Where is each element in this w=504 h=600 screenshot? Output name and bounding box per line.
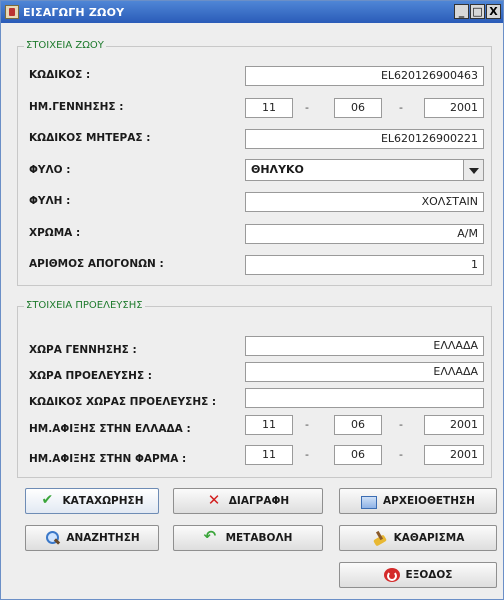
arrival-farm-label: ΗΜ.ΑΦΙΞΗΣ ΣΤΗΝ ΦΑΡΜΑ : [29, 453, 187, 465]
date-separator: - [305, 418, 309, 431]
date-separator: - [305, 448, 309, 461]
color-field[interactable]: Α/Μ [245, 224, 484, 244]
clear-button-label: ΚΑΘΑΡΙΣΜΑ [393, 532, 465, 544]
undo-arrow-icon [204, 527, 220, 546]
origin-country-code-field[interactable] [245, 388, 484, 408]
date-separator: - [399, 101, 403, 114]
broom-icon [372, 530, 388, 546]
birth-country-field[interactable]: ΕΛΛΑΔΑ [245, 336, 484, 356]
birth-day-field[interactable]: 11 [245, 98, 293, 118]
sex-dropdown[interactable]: ΘΗΛΥΚΟ [245, 159, 484, 181]
arrival-farm-year-field[interactable]: 2001 [424, 445, 484, 465]
arrival-greece-month-field[interactable]: 06 [334, 415, 382, 435]
checkmark-icon [40, 492, 56, 509]
birth-country-label: ΧΩΡΑ ΓΕΝΝΗΣΗΣ : [29, 344, 137, 356]
save-button[interactable]: ΚΑΤΑΧΩΡΗΣΗ [25, 488, 159, 514]
archive-folder-icon [361, 495, 378, 509]
exit-button-label: ΕΞΟΔΟΣ [405, 569, 453, 581]
animal-entry-window: ΕΙΣΑΓΩΓΗ ΖΩΟΥ _ □ X ΣΤΟΙΧΕΙΑ ΖΩΟΥ ΚΩΔΙΚΟ… [0, 0, 504, 600]
delete-button-label: ΔΙΑΓΡΑΦΗ [228, 495, 290, 507]
offspring-count-field[interactable]: 1 [245, 255, 484, 275]
exit-button[interactable]: ΕΞΟΔΟΣ [339, 562, 497, 588]
mother-code-label: ΚΩΔΙΚΟΣ ΜΗΤΕΡΑΣ : [29, 132, 151, 144]
offspring-count-label: ΑΡΙΘΜΟΣ ΑΠΟΓΟΝΩΝ : [29, 258, 164, 270]
arrival-greece-day-field[interactable]: 11 [245, 415, 293, 435]
color-label: ΧΡΩΜΑ : [29, 227, 81, 239]
arrival-greece-label: ΗΜ.ΑΦΙΞΗΣ ΣΤΗΝ ΕΛΛΑΔΑ : [29, 423, 191, 435]
modify-button[interactable]: ΜΕΤΑΒΟΛΗ [173, 525, 323, 551]
sex-dropdown-value: ΘΗΛΥΚΟ [251, 163, 304, 176]
arrival-farm-day-field[interactable]: 11 [245, 445, 293, 465]
origin-country-field[interactable]: ΕΛΛΑΔΑ [245, 362, 484, 382]
breed-field[interactable]: ΧΟΛΣΤΑΙΝ [245, 192, 484, 212]
window-controls: _ □ X [454, 4, 501, 19]
birth-month-field[interactable]: 06 [334, 98, 382, 118]
origin-country-code-label: ΚΩΔΙΚΟΣ ΧΩΡΑΣ ΠΡΟΕΛΕΥΣΗΣ : [29, 396, 217, 408]
archive-button-label: ΑΡΧΕΙΟΘΕΤΗΣΗ [383, 495, 475, 507]
date-separator: - [305, 101, 309, 114]
origin-details-legend: ΣΤΟΙΧΕΙΑ ΠΡΟΕΛΕΥΣΗΣ [24, 300, 145, 311]
arrival-farm-month-field[interactable]: 06 [334, 445, 382, 465]
search-button[interactable]: ΑΝΑΖΗΤΗΣΗ [25, 525, 159, 551]
window-title: ΕΙΣΑΓΩΓΗ ΖΩΟΥ [23, 5, 125, 19]
maximize-button[interactable]: □ [470, 4, 485, 19]
exit-power-icon [383, 568, 400, 582]
archive-button[interactable]: ΑΡΧΕΙΟΘΕΤΗΣΗ [339, 488, 497, 514]
code-label: ΚΩΔΙΚΟΣ : [29, 69, 91, 81]
birth-date-label: ΗΜ.ΓΕΝΝΗΣΗΣ : [29, 101, 124, 113]
date-separator: - [399, 448, 403, 461]
delete-button[interactable]: ΔΙΑΓΡΑΦΗ [173, 488, 323, 514]
breed-label: ΦΥΛΗ : [29, 195, 71, 207]
minimize-button[interactable]: _ [454, 4, 469, 19]
close-button[interactable]: X [486, 4, 501, 19]
search-button-label: ΑΝΑΖΗΤΗΣΗ [66, 532, 140, 544]
title-bar[interactable]: ΕΙΣΑΓΩΓΗ ΖΩΟΥ _ □ X [1, 1, 503, 23]
save-button-label: ΚΑΤΑΧΩΡΗΣΗ [62, 495, 144, 507]
date-separator: - [399, 418, 403, 431]
modify-button-label: ΜΕΤΑΒΟΛΗ [225, 532, 293, 544]
sex-label: ΦΥΛΟ : [29, 164, 71, 176]
clear-button[interactable]: ΚΑΘΑΡΙΣΜΑ [339, 525, 497, 551]
arrival-greece-year-field[interactable]: 2001 [424, 415, 484, 435]
search-icon [44, 530, 60, 546]
origin-country-label: ΧΩΡΑ ΠΡΟΕΛΕΥΣΗΣ : [29, 370, 152, 382]
java-app-icon [5, 5, 19, 19]
birth-year-field[interactable]: 2001 [424, 98, 484, 118]
mother-code-field[interactable]: EL620126900221 [245, 129, 484, 149]
delete-x-icon [207, 491, 223, 509]
chevron-down-icon[interactable] [463, 160, 483, 180]
animal-details-legend: ΣΤΟΙΧΕΙΑ ΖΩΟΥ [24, 40, 106, 51]
code-field[interactable]: EL620126900463 [245, 66, 484, 86]
